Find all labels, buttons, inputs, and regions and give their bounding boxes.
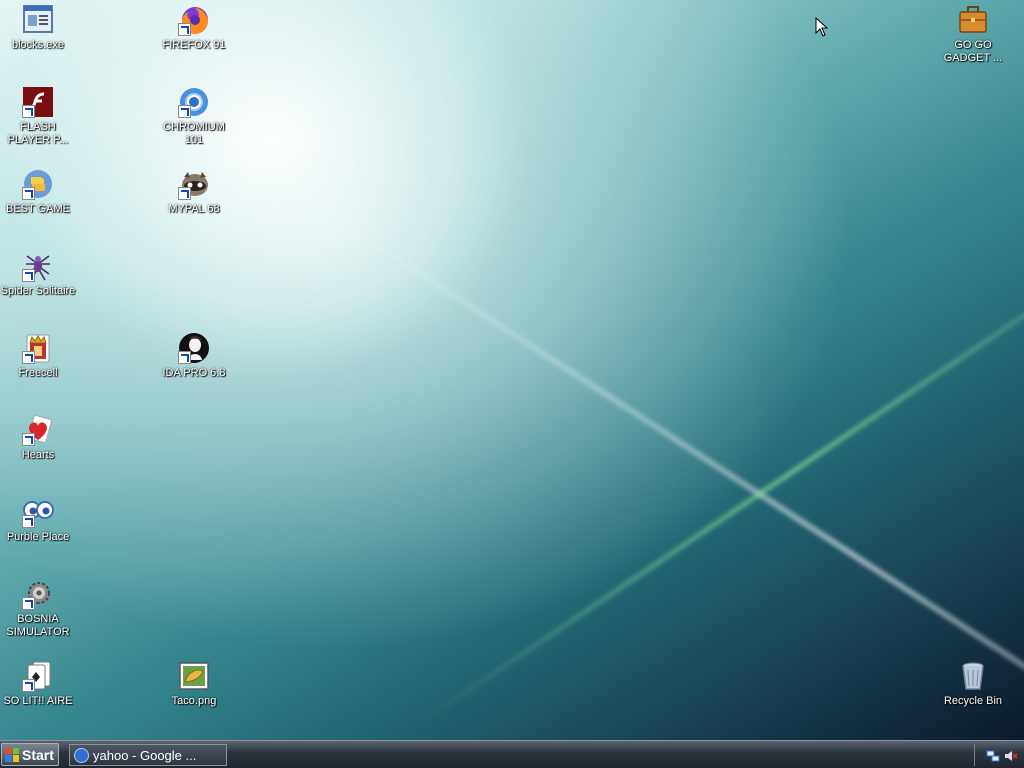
recycle-bin-icon xyxy=(957,660,989,692)
desktop-icon-bosnia[interactable]: BOSNIA SIMULATOR xyxy=(0,578,78,639)
taskbar: Start yahoo - Google ... xyxy=(0,740,1024,768)
start-label: Start xyxy=(22,746,54,763)
icon-label: Hearts xyxy=(21,449,55,461)
desktop[interactable]: blocks.exe FIREFOX 91 GO GO GADGET ... F… xyxy=(0,0,1024,740)
icon-label: FLASH PLAYER P... xyxy=(7,121,69,146)
browser-icon xyxy=(74,747,89,763)
icon-label: blocks.exe xyxy=(12,39,64,51)
eyes-icon xyxy=(22,496,54,528)
shortcut-arrow-icon xyxy=(178,187,191,200)
hearts-icon xyxy=(22,414,54,446)
python-icon xyxy=(22,168,54,200)
desktop-icon-flash[interactable]: FLASH PLAYER P... xyxy=(0,86,78,147)
desktop-icon-taco[interactable]: Taco.png xyxy=(154,660,234,708)
task-label: yahoo - Google ... xyxy=(93,747,197,763)
desktop-icon-gadget[interactable]: GO GO GADGET ... xyxy=(933,4,1013,65)
raccoon-icon xyxy=(178,168,210,200)
icon-label: FIREFOX 91 xyxy=(162,39,226,51)
icon-label: Spider Solitaire xyxy=(0,285,76,297)
icon-label: BOSNIA SIMULATOR xyxy=(6,613,70,638)
shortcut-arrow-icon xyxy=(22,269,35,282)
shortcut-arrow-icon xyxy=(22,351,35,364)
icon-label: MYPAL 68 xyxy=(168,203,220,215)
mouse-cursor-icon xyxy=(815,17,829,37)
system-tray xyxy=(974,744,1022,766)
flash-icon xyxy=(22,86,54,118)
shortcut-arrow-icon xyxy=(178,23,191,36)
shortcut-arrow-icon xyxy=(178,351,191,364)
shortcut-arrow-icon xyxy=(22,433,35,446)
image-file-icon xyxy=(178,660,210,692)
icon-label: Recycle Bin xyxy=(943,695,1003,707)
icon-label: SO LIT!! AIRE xyxy=(3,695,73,707)
shortcut-arrow-icon xyxy=(22,105,35,118)
window-app-icon xyxy=(22,4,54,36)
desktop-icon-chromium[interactable]: CHROMIUM 101 xyxy=(154,86,234,147)
desktop-icon-idapro[interactable]: IDA PRO 6.8 xyxy=(154,332,234,380)
icon-label: GO GO GADGET ... xyxy=(943,39,1003,64)
taskbar-window-button[interactable]: yahoo - Google ... xyxy=(69,744,227,766)
shortcut-arrow-icon xyxy=(22,597,35,610)
gear-icon xyxy=(22,578,54,610)
volume-muted-icon[interactable] xyxy=(1004,748,1018,762)
shortcut-arrow-icon xyxy=(22,187,35,200)
icon-label: Freecell xyxy=(18,367,58,379)
desktop-icon-blocks[interactable]: blocks.exe xyxy=(0,4,78,52)
king-card-icon xyxy=(22,332,54,364)
desktop-icon-purble[interactable]: Purble Place xyxy=(0,496,78,544)
icon-label: Purble Place xyxy=(6,531,70,543)
desktop-icon-recycle[interactable]: Recycle Bin xyxy=(933,660,1013,708)
desktop-icon-mypal[interactable]: MYPAL 68 xyxy=(154,168,234,216)
desktop-icon-freecell[interactable]: Freecell xyxy=(0,332,78,380)
ida-icon xyxy=(178,332,210,364)
desktop-icon-hearts[interactable]: Hearts xyxy=(0,414,78,462)
network-icon[interactable] xyxy=(986,748,1000,762)
shortcut-arrow-icon xyxy=(22,515,35,528)
briefcase-icon xyxy=(957,4,989,36)
spider-icon xyxy=(22,250,54,282)
icon-label: IDA PRO 6.8 xyxy=(162,367,226,379)
start-button[interactable]: Start xyxy=(1,743,59,766)
icon-label: Taco.png xyxy=(171,695,217,707)
firefox-icon xyxy=(178,4,210,36)
shortcut-arrow-icon xyxy=(22,679,35,692)
desktop-icon-bestgame[interactable]: BEST GAME xyxy=(0,168,78,216)
shortcut-arrow-icon xyxy=(178,105,191,118)
cards-icon xyxy=(22,660,54,692)
icon-label: CHROMIUM 101 xyxy=(163,121,225,146)
desktop-icon-firefox[interactable]: FIREFOX 91 xyxy=(154,4,234,52)
icon-label: BEST GAME xyxy=(6,203,70,215)
windows-logo-icon xyxy=(5,747,19,762)
desktop-icon-spider[interactable]: Spider Solitaire xyxy=(0,250,78,298)
chromium-icon xyxy=(178,86,210,118)
desktop-icon-solitaire[interactable]: SO LIT!! AIRE xyxy=(0,660,78,708)
